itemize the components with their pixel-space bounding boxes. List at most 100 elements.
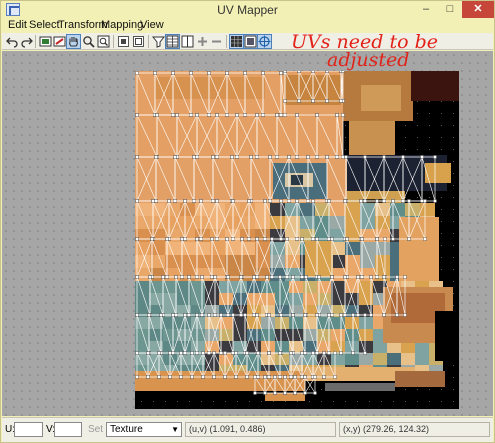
grid-dot — [321, 389, 322, 390]
uv-vertex-handle — [343, 199, 347, 203]
uv-vertex-handle — [168, 351, 172, 355]
flip-horizontal-icon[interactable] — [117, 35, 130, 48]
grid-dot — [429, 113, 430, 114]
grid-dot — [429, 389, 430, 390]
uv-vertex-handle — [226, 275, 230, 279]
uv-vertex-handle — [212, 351, 216, 355]
grid-dot — [453, 401, 454, 402]
grid-icon[interactable] — [229, 34, 244, 49]
select-faces-icon[interactable] — [53, 35, 66, 48]
remove-icon[interactable] — [210, 35, 223, 48]
uv-texture-map[interactable] — [135, 69, 459, 409]
v-input[interactable] — [54, 422, 82, 437]
display-mode-select[interactable]: Texture ▼ — [106, 422, 182, 437]
minimize-button[interactable]: – — [414, 1, 438, 18]
undo-icon[interactable] — [6, 35, 19, 48]
pan-hand-icon[interactable] — [66, 34, 81, 49]
redo-icon[interactable] — [20, 35, 33, 48]
texture-patch — [163, 329, 177, 341]
uv-coordinate-readout: (u,v) (1.091, 0.486) — [185, 422, 336, 437]
texture-eye-region — [291, 175, 303, 185]
menu-mapping[interactable]: Mapping — [101, 19, 143, 31]
target-icon[interactable] — [257, 34, 272, 49]
uv-vertex-handle — [267, 351, 271, 355]
grid-dot — [453, 137, 454, 138]
flip-vertical-icon[interactable] — [132, 35, 145, 48]
grid-dot — [369, 401, 370, 402]
uv-vertex-handle — [344, 155, 348, 159]
uv-vertex-handle — [330, 237, 334, 241]
select-vertices-icon[interactable] — [39, 35, 52, 48]
grid-dot — [201, 401, 202, 402]
toolbar-separator — [148, 35, 149, 48]
texture-patch — [180, 216, 195, 229]
uv-vertex-handle — [212, 375, 216, 379]
texture-view-icon[interactable] — [243, 34, 258, 49]
toolbar-separator — [226, 35, 227, 48]
grid-dot — [441, 269, 442, 270]
grid-dot — [141, 401, 142, 402]
zoom-icon[interactable] — [82, 35, 95, 48]
grid-dot — [453, 125, 454, 126]
texture-patch — [149, 281, 163, 293]
texture-patch — [177, 341, 191, 353]
uv-vertex-handle — [278, 275, 282, 279]
grid-dot — [441, 149, 442, 150]
uv-mapper-window: UV Mapper – □ ✕ Edit Select Transform Ma… — [0, 0, 495, 443]
uv-vertex-handle — [283, 99, 287, 103]
uv-vertex-handle — [211, 155, 215, 159]
uv-vertex-handle — [195, 113, 199, 117]
uv-vertex-handle — [219, 313, 223, 317]
uv-vertex-handle — [407, 237, 411, 241]
grid-dot — [417, 101, 418, 102]
uv-vertex-handle — [179, 375, 183, 379]
maximize-button[interactable]: □ — [438, 1, 462, 18]
grid-dot — [429, 149, 430, 150]
set-button[interactable]: Set — [88, 424, 103, 435]
uv-vertex-handle — [199, 199, 203, 203]
uv-vertex-handle — [297, 69, 301, 73]
menu-select[interactable]: Select — [29, 19, 60, 31]
uv-vertex-handle — [300, 351, 304, 355]
grid-dot — [441, 137, 442, 138]
grid-dot — [417, 137, 418, 138]
add-icon[interactable] — [196, 35, 209, 48]
uv-vertex-handle — [339, 313, 343, 317]
uv-vertex-handle — [225, 71, 229, 75]
columns-icon[interactable] — [165, 34, 180, 49]
texture-patch — [191, 341, 205, 353]
uv-vertex-handle — [168, 375, 172, 379]
texture-patch — [387, 353, 401, 365]
close-button[interactable]: ✕ — [462, 1, 494, 18]
uv-canvas[interactable]: UVs need to be adjusted — [2, 33, 493, 416]
uv-vertex-handle — [173, 155, 177, 159]
uv-mesh-svg — [135, 69, 459, 409]
uv-vertex-handle — [311, 199, 315, 203]
uv-vertex-handle — [363, 313, 367, 317]
grid-dot — [417, 125, 418, 126]
uv-vertex-handle — [293, 391, 297, 395]
grid-dot — [441, 125, 442, 126]
grid-dot — [417, 401, 418, 402]
uv-vertex-handle — [279, 71, 283, 75]
uv-vertex-handle — [345, 237, 349, 241]
grid-dot — [453, 377, 454, 378]
menu-edit[interactable]: Edit — [8, 19, 27, 31]
uv-vertex-handle — [174, 275, 178, 279]
uv-vertex-handle — [270, 237, 274, 241]
texture-patch — [359, 353, 373, 365]
u-input[interactable] — [14, 422, 43, 437]
texture-patch — [331, 281, 345, 293]
uv-vertex-handle — [315, 237, 319, 241]
uv-vertex-handle — [420, 155, 424, 159]
menu-view[interactable]: View — [140, 19, 164, 31]
texture-patch — [303, 281, 317, 293]
uv-vertex-handle — [311, 99, 315, 103]
uv-vertex-handle — [253, 375, 257, 379]
split-icon[interactable] — [181, 35, 194, 48]
uv-vertex-handle — [195, 313, 199, 317]
filter-icon[interactable] — [152, 35, 165, 48]
grid-dot — [441, 257, 442, 258]
texture-patch — [360, 203, 375, 216]
zoom-fit-icon[interactable] — [97, 35, 110, 48]
